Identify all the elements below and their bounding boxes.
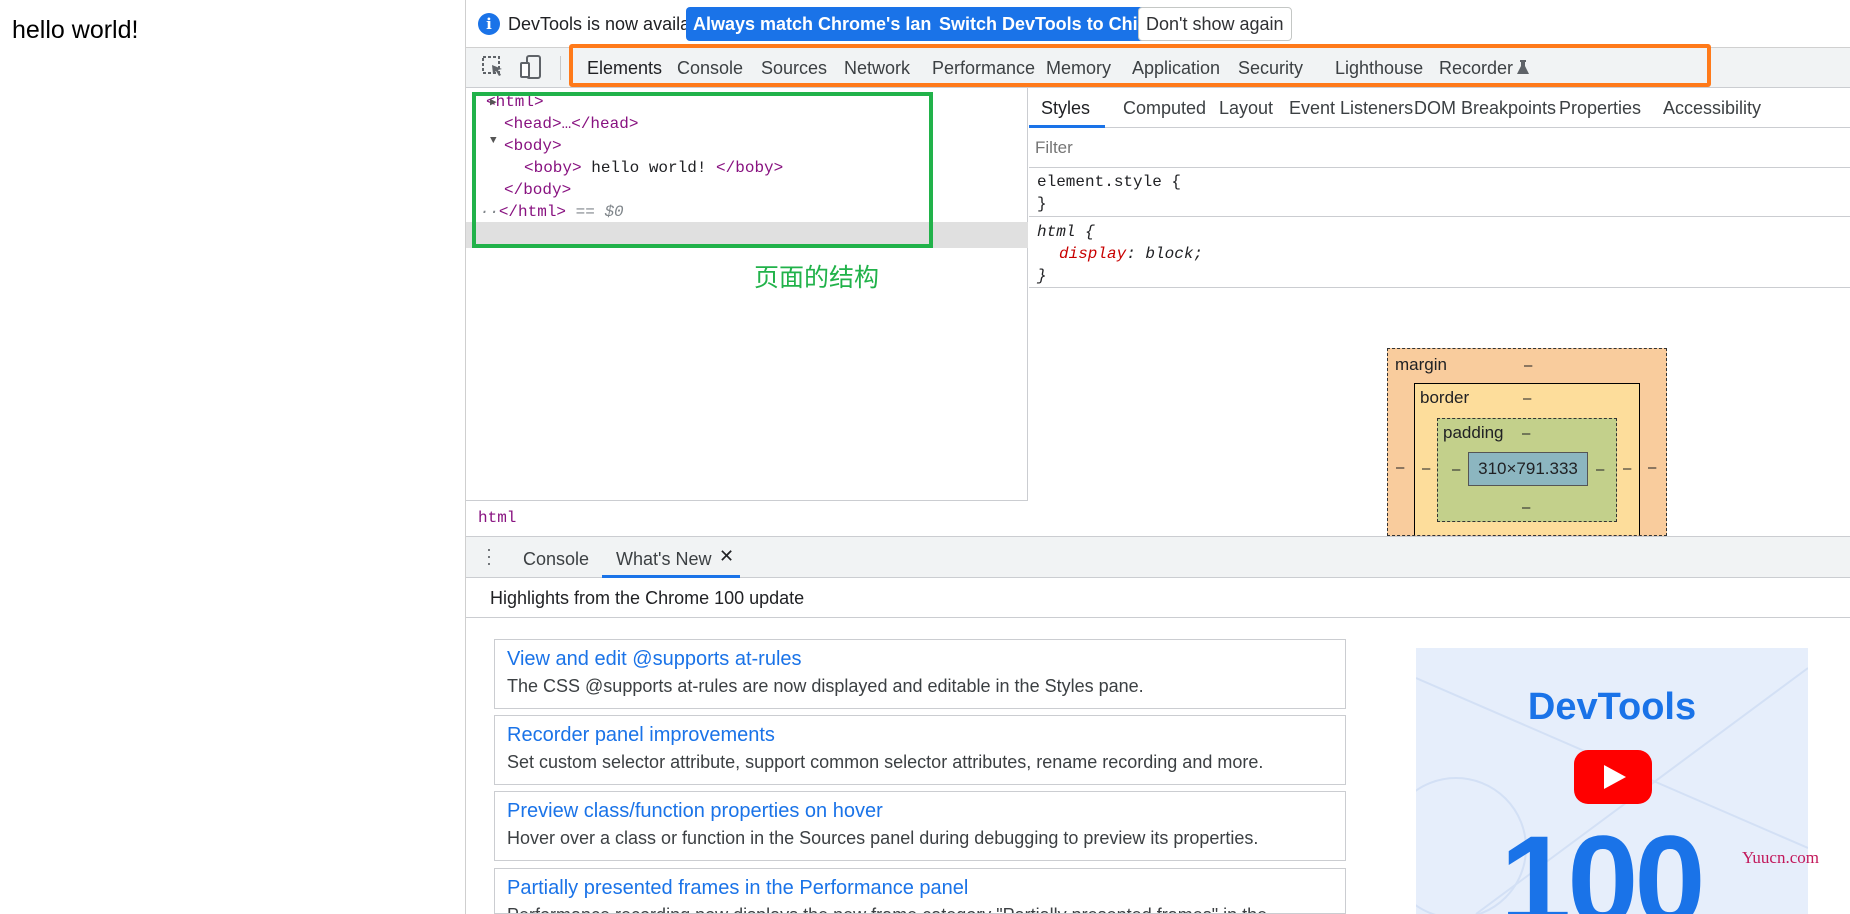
feature-card-desc: The CSS @supports at-rules are now displ… — [507, 676, 1144, 696]
tab-properties[interactable]: Properties — [1559, 98, 1641, 119]
padding-right-value[interactable]: – — [1596, 461, 1604, 478]
tab-security[interactable]: Security — [1238, 58, 1303, 79]
toolbar-divider — [560, 56, 561, 80]
html-style-rule: html { display: block; } — [1029, 218, 1850, 288]
devtools-panel: i DevTools is now available in Chinese! … — [466, 0, 1850, 914]
elements-tree-pane: <html> ▶ <head>…</head> ▼ <body> <boby> … — [466, 88, 1028, 536]
feature-card-desc: Performance recording now displays the n… — [507, 905, 1267, 913]
tab-application[interactable]: Application — [1132, 58, 1220, 79]
border-label: border — [1420, 388, 1470, 407]
drawer-tab-bar: · · · Console What's New ✕ — [466, 536, 1850, 578]
margin-label: margin — [1395, 355, 1447, 374]
tab-lighthouse[interactable]: Lighthouse — [1335, 58, 1423, 79]
feature-card: View and edit @supports at-rules The CSS… — [494, 639, 1346, 709]
box-model-content-size[interactable]: 310×791.333 — [1468, 452, 1588, 486]
element-style-close: } — [1037, 195, 1047, 213]
dom-node-body[interactable]: <body> — [504, 134, 562, 158]
close-icon[interactable]: ✕ — [719, 546, 734, 567]
tab-sources[interactable]: Sources — [761, 58, 827, 79]
dom-node-html-close[interactable]: ···</html> == $0 — [470, 200, 624, 224]
breadcrumb: html — [466, 500, 1028, 536]
dom-node-head[interactable]: <head>…</head> — [504, 112, 638, 136]
html-rule-selector[interactable]: html { — [1037, 221, 1095, 243]
padding-label: padding — [1443, 423, 1504, 442]
whats-new-title: Highlights from the Chrome 100 update — [490, 588, 805, 608]
feature-card: Recorder panel improvements Set custom s… — [494, 715, 1346, 785]
html-rule-close: } — [1037, 267, 1047, 285]
feature-card-link[interactable]: Recorder panel improvements — [507, 724, 775, 747]
feature-card-desc: Hover over a class or function in the So… — [507, 828, 1259, 848]
structure-annotation: 页面的结构 — [754, 263, 880, 292]
breadcrumb-html[interactable]: html — [478, 509, 516, 527]
element-style-rule: element.style { } — [1029, 169, 1850, 217]
device-toolbar-icon[interactable] — [518, 54, 544, 80]
padding-left-value[interactable]: – — [1452, 461, 1460, 478]
border-left-value[interactable]: – — [1422, 460, 1430, 477]
border-top-value[interactable]: – — [1523, 390, 1531, 407]
feature-card: Preview class/function properties on hov… — [494, 791, 1346, 861]
tab-performance[interactable]: Performance — [932, 58, 1035, 79]
tab-event-listeners[interactable]: Event Listeners — [1289, 98, 1413, 119]
experimental-flask-icon — [1517, 60, 1529, 74]
tab-computed[interactable]: Computed — [1123, 98, 1206, 119]
border-right-value[interactable]: – — [1623, 460, 1631, 477]
whats-new-header: Highlights from the Chrome 100 update — [466, 578, 1850, 618]
padding-bottom-value[interactable]: – — [1522, 499, 1530, 516]
youtube-play-icon[interactable] — [1574, 750, 1652, 804]
dom-node-body-close[interactable]: </body> — [504, 178, 571, 202]
more-options-icon[interactable]: · · · — [486, 540, 492, 572]
inspect-element-icon[interactable] — [480, 54, 506, 80]
margin-right-value[interactable]: – — [1648, 459, 1656, 476]
margin-top-value[interactable]: – — [1524, 357, 1532, 374]
styles-tab-bar: Styles Computed Layout Event Listeners D… — [1029, 88, 1850, 128]
feature-card-link[interactable]: Preview class/function properties on hov… — [507, 800, 883, 823]
box-model-border[interactable]: border – – – padding – – – – 310×791.333 — [1414, 383, 1640, 535]
dont-show-again-button[interactable]: Don't show again — [1138, 7, 1292, 41]
dom-node-boby[interactable]: <boby> hello world! </boby> — [524, 156, 783, 180]
language-infobar: i DevTools is now available in Chinese! … — [466, 0, 1850, 48]
page-viewport: hello world! — [0, 0, 466, 914]
element-style-selector[interactable]: element.style { — [1037, 171, 1181, 193]
tab-accessibility[interactable]: Accessibility — [1663, 98, 1761, 119]
feature-card: Partially presented frames in the Perfor… — [494, 868, 1346, 914]
feature-card-desc: Set custom selector attribute, support c… — [507, 752, 1264, 772]
collapse-triangle-icon[interactable]: ▼ — [490, 135, 497, 147]
feature-card-link[interactable]: Partially presented frames in the Perfor… — [507, 877, 968, 900]
tab-elements[interactable]: Elements — [587, 58, 662, 79]
promo-title: DevTools — [1527, 686, 1697, 728]
tab-dom-breakpoints[interactable]: DOM Breakpoints — [1414, 98, 1556, 119]
filter-bar — [1029, 128, 1850, 168]
tab-memory[interactable]: Memory — [1046, 58, 1111, 79]
main-tab-bar: Elements Console Sources Network Perform… — [466, 48, 1850, 88]
chrome-100-promo-video[interactable]: DevTools 100 — [1416, 648, 1808, 914]
tab-network[interactable]: Network — [844, 58, 910, 79]
tab-styles[interactable]: Styles — [1041, 98, 1090, 119]
info-icon: i — [478, 13, 500, 35]
tab-console[interactable]: Console — [677, 58, 743, 79]
box-model-margin[interactable]: margin – – – border – – – padding – – – … — [1387, 348, 1667, 536]
margin-left-value[interactable]: – — [1396, 459, 1404, 476]
selected-dom-row — [466, 222, 1028, 248]
drawer-tab-console[interactable]: Console — [523, 549, 589, 570]
feature-card-link[interactable]: View and edit @supports at-rules — [507, 648, 802, 671]
drawer-tab-whats-new[interactable]: What's New — [616, 549, 711, 570]
padding-top-value[interactable]: – — [1522, 425, 1530, 442]
page-hello-text: hello world! — [12, 16, 139, 44]
styles-filter-input[interactable] — [1035, 134, 1835, 162]
tab-layout[interactable]: Layout — [1219, 98, 1273, 119]
expand-triangle-icon[interactable]: ▶ — [490, 95, 497, 109]
tab-recorder[interactable]: Recorder — [1439, 58, 1513, 79]
display-declaration[interactable]: display: block; — [1059, 243, 1203, 265]
watermark-text: Yuucn.com — [1742, 848, 1819, 867]
promo-version-number: 100 — [1500, 810, 1706, 914]
box-model-padding[interactable]: padding – – – – 310×791.333 — [1437, 418, 1617, 522]
